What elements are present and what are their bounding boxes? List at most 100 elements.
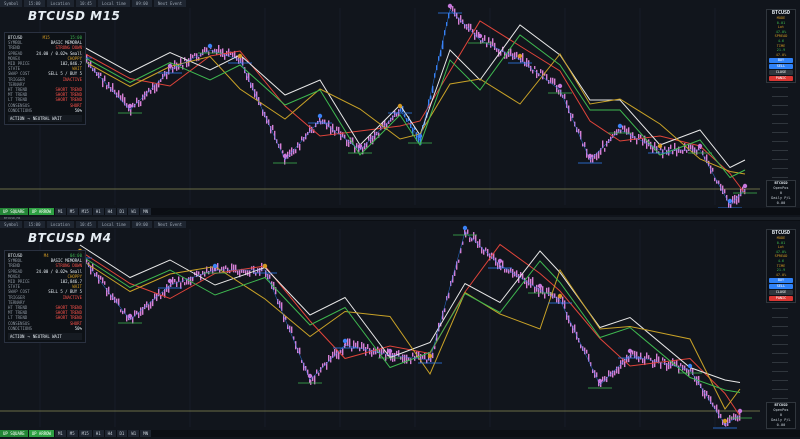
timeframe-button-d1[interactable]: D1: [116, 208, 128, 215]
strip-item: 09:00: [131, 0, 152, 7]
action-row: ACTION → NEUTRAL WAIT: [8, 115, 82, 123]
sell-button[interactable]: SELL: [769, 284, 793, 290]
candle: [514, 52, 516, 60]
candle: [204, 271, 206, 277]
timeframe-button-mn[interactable]: MN: [140, 208, 151, 215]
candle: [618, 366, 620, 374]
panel-header-item: M4: [43, 253, 49, 258]
candle: [235, 264, 237, 273]
swing-marker: [317, 113, 323, 119]
candle: [152, 82, 154, 90]
candle: [150, 90, 152, 94]
price-chart-m15[interactable]: [0, 0, 800, 217]
swing-marker: [417, 133, 423, 139]
candle: [237, 270, 239, 275]
candle: [295, 149, 297, 154]
timeframe-button-h4[interactable]: H4: [104, 430, 116, 437]
price-axis-tick: [772, 344, 788, 345]
swing-marker: [237, 53, 243, 59]
panic-button[interactable]: PANIC: [769, 76, 793, 82]
strip-item: 09:00: [131, 221, 152, 228]
timeframe-button-m1[interactable]: M1: [54, 430, 66, 437]
price-chart-m4[interactable]: [0, 221, 800, 439]
candle: [554, 78, 556, 85]
swing-marker: [477, 33, 483, 39]
candle: [136, 97, 138, 104]
candle: [299, 143, 301, 151]
candle: [104, 75, 106, 82]
timeframe-button-m5[interactable]: M5: [66, 208, 78, 215]
candle: [522, 53, 524, 62]
candle: [468, 23, 470, 32]
candle: [602, 376, 604, 382]
candle: [456, 12, 458, 19]
candle: [178, 276, 180, 282]
candle: [624, 125, 626, 133]
timeframe-bar: UP SQUARE UP ARROW M1 M5 M15 H1 H4 D1 W1 MN: [0, 430, 800, 437]
candle: [690, 144, 692, 150]
candle: [682, 364, 684, 371]
signal-button[interactable]: UP SQUARE: [0, 208, 28, 215]
candle: [383, 350, 385, 354]
candle: [488, 37, 490, 44]
swing-marker: [342, 338, 348, 344]
candle: [672, 150, 674, 155]
swing-marker: [397, 103, 403, 109]
timeframe-button-m1[interactable]: M1: [54, 208, 66, 215]
candle: [204, 46, 206, 53]
timeframe-button-h4[interactable]: H4: [104, 208, 116, 215]
signal-button[interactable]: UP ARROW: [28, 430, 54, 437]
timeframe-button-m15[interactable]: M15: [78, 208, 92, 215]
close-button[interactable]: CLOSE: [769, 290, 793, 296]
moving-average-line: [79, 24, 746, 169]
swing-marker: [697, 143, 703, 149]
timeframe-button-mn[interactable]: MN: [140, 430, 151, 437]
candle: [572, 113, 574, 118]
candle: [365, 346, 367, 356]
candle: [586, 349, 588, 354]
buy-button[interactable]: BUY: [769, 58, 793, 64]
buy-button[interactable]: BUY: [769, 278, 793, 284]
price-axis-tick: [772, 141, 788, 142]
candle: [473, 232, 475, 240]
price-axis-tick: [772, 177, 788, 178]
candle: [564, 93, 566, 99]
candle: [734, 194, 736, 204]
candle: [469, 237, 471, 243]
candle: [243, 269, 245, 274]
candle: [484, 35, 486, 41]
timeframe-button-m5[interactable]: M5: [66, 430, 78, 437]
candle: [558, 89, 560, 95]
swing-marker: [262, 263, 268, 269]
candle: [634, 350, 636, 359]
signal-button[interactable]: UP ARROW: [28, 208, 54, 215]
signal-button[interactable]: UP SQUARE: [0, 430, 28, 437]
action-text: →: [27, 334, 30, 340]
close-button[interactable]: CLOSE: [769, 70, 793, 76]
chart-pane-m15[interactable]: Symbol 15:00 Location 10:45 Local time 0…: [0, 0, 800, 218]
swing-marker: [167, 278, 173, 284]
candle: [532, 69, 534, 74]
sell-button[interactable]: SELL: [769, 64, 793, 70]
candle: [485, 247, 487, 251]
strip-item: 10:45: [75, 221, 96, 228]
panic-button[interactable]: PANIC: [769, 296, 793, 302]
timeframe-button-h1[interactable]: H1: [92, 208, 104, 215]
chart-title: BTCUSD M15: [28, 9, 121, 23]
candle: [532, 277, 534, 286]
timeframe-button-w1[interactable]: W1: [128, 208, 140, 215]
candle: [363, 343, 365, 351]
strip-item: Symbol: [0, 221, 23, 228]
strip-item: Location: [46, 0, 74, 7]
timeframe-button-m15[interactable]: M15: [78, 430, 92, 437]
candle: [540, 69, 542, 74]
timeframe-button-w1[interactable]: W1: [128, 430, 140, 437]
strip-item: 15:00: [24, 221, 45, 228]
candle: [662, 357, 664, 361]
timeframe-button-h1[interactable]: H1: [92, 430, 104, 437]
timeframe-button-d1[interactable]: D1: [116, 430, 128, 437]
candle: [146, 301, 148, 308]
candle: [670, 144, 672, 149]
candle: [347, 338, 349, 347]
chart-pane-m4[interactable]: Symbol 15:00 Location 10:45 Local time 0…: [0, 221, 800, 439]
